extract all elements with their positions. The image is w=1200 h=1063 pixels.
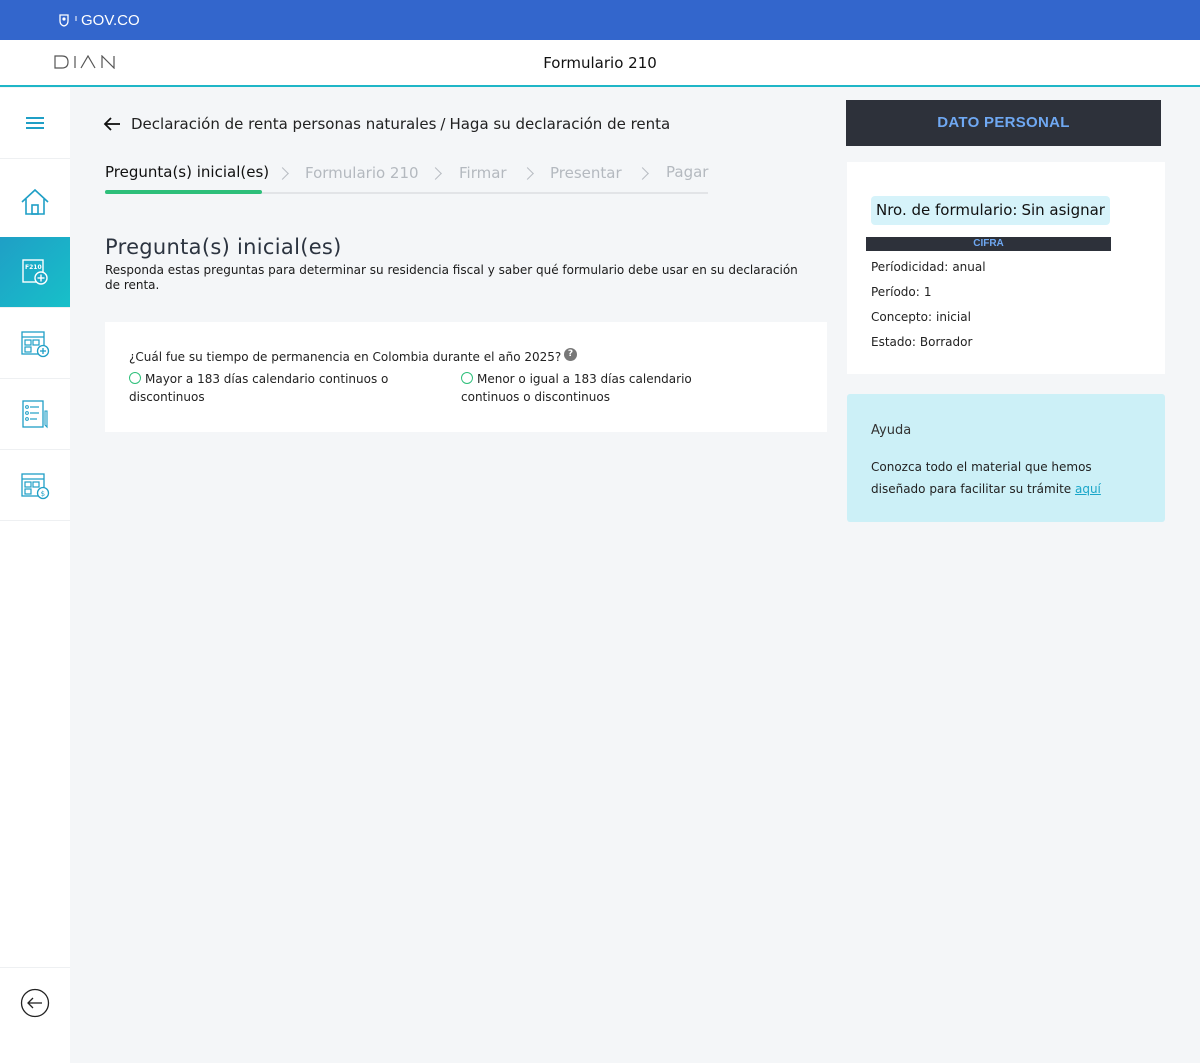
dato-personal-button[interactable]: DATO PERSONAL	[846, 100, 1161, 146]
chevron-right-icon	[636, 167, 649, 180]
help-title: Ayuda	[871, 423, 912, 438]
calendar-payment-icon: $	[21, 473, 50, 500]
step-preguntas-iniciales[interactable]: Pregunta(s) inicial(es)	[105, 163, 269, 181]
form-number-badge: Nro. de formulario: Sin asignar	[871, 196, 1110, 225]
arrow-left-icon	[103, 117, 120, 131]
question-text: ¿Cuál fue su tiempo de permanencia en Co…	[129, 350, 562, 364]
info-row-periodo: Período: 1	[871, 285, 931, 299]
info-value: Borrador	[919, 335, 973, 349]
breadcrumb-parent[interactable]: Declaración de renta personas naturales	[131, 115, 436, 133]
gov-co-logo[interactable]: GOV.CO	[57, 11, 140, 29]
calendar-add-icon	[21, 331, 50, 358]
sidebar-menu-toggle[interactable]	[0, 88, 70, 159]
gov-divider	[75, 16, 77, 21]
step-firmar[interactable]: Firmar	[459, 164, 507, 182]
gov-co-text: GOV.CO	[81, 11, 140, 29]
form-number-label: Nro. de formulario:	[876, 201, 1018, 219]
help-body: Conozca todo el material que hemos diseñ…	[871, 460, 1092, 496]
page-title: Pregunta(s) inicial(es)	[105, 235, 342, 259]
form-info-card: Nro. de formulario: Sin asignar CIFRA Per…	[847, 162, 1165, 374]
sidebar-back-button[interactable]	[0, 967, 70, 1038]
coat-of-arms-icon	[59, 14, 69, 27]
form-210-add-icon: F210	[22, 259, 48, 285]
chevron-right-icon	[429, 167, 442, 180]
radio-button[interactable]	[461, 372, 473, 384]
gov-bar: GOV.CO	[0, 0, 1200, 40]
step-active-indicator	[105, 190, 262, 194]
breadcrumb: Declaración de renta personas naturales …	[103, 113, 670, 135]
info-value: anual	[952, 260, 986, 274]
info-label: Estado:	[871, 335, 916, 349]
info-label: Período:	[871, 285, 920, 299]
sidebar-item-calendar-add[interactable]	[0, 308, 70, 379]
help-card: Ayuda Conozca todo el material que hemos…	[847, 394, 1165, 522]
arrow-left-circle-icon	[20, 988, 50, 1018]
menu-icon	[26, 117, 44, 129]
help-link[interactable]: aquí	[1075, 482, 1101, 496]
info-value: inicial	[936, 310, 971, 324]
info-row-estado: Estado: Borrador	[871, 335, 972, 349]
help-icon[interactable]: ?	[564, 348, 577, 361]
step-pagar[interactable]: Pagar	[666, 163, 708, 181]
header-title: Formulario 210	[543, 54, 657, 72]
svg-text:$: $	[41, 490, 45, 498]
cifra-bar: CIFRA	[866, 237, 1111, 251]
info-label: Períodicidad:	[871, 260, 949, 274]
progress-stepper: Pregunta(s) inicial(es) Formulario 210 F…	[105, 160, 708, 194]
sidebar-item-home[interactable]	[0, 167, 70, 238]
breadcrumb-current: Haga su declaración de renta	[449, 115, 671, 133]
chevron-right-icon	[276, 167, 289, 180]
svg-text:F210: F210	[25, 264, 42, 271]
page-description: Responda estas preguntas para determinar…	[105, 263, 798, 292]
sidebar-item-checklist[interactable]	[0, 379, 70, 450]
info-label: Concepto:	[871, 310, 933, 324]
option-menor-183[interactable]: Menor o igual a 183 días calendario cont…	[461, 370, 751, 406]
step-formulario-210[interactable]: Formulario 210	[305, 164, 419, 182]
step-presentar[interactable]: Presentar	[550, 164, 622, 182]
help-text: Conozca todo el material que hemos diseñ…	[871, 456, 1121, 500]
option-label: Mayor a 183 días calendario continuos o …	[129, 372, 389, 404]
form-number-value: Sin asignar	[1021, 201, 1105, 219]
info-row-periodicidad: Períodicidad: anual	[871, 260, 986, 274]
checklist-icon	[22, 400, 48, 429]
home-icon	[21, 188, 49, 215]
chevron-right-icon	[521, 167, 534, 180]
sidebar-item-calendar-payment[interactable]: $	[0, 450, 70, 521]
info-row-concepto: Concepto: inicial	[871, 310, 971, 324]
breadcrumb-separator: /	[440, 115, 446, 133]
back-button[interactable]	[103, 116, 121, 132]
sidebar: F210 $	[0, 88, 70, 1063]
radio-button[interactable]	[129, 372, 141, 384]
info-value: 1	[923, 285, 932, 299]
option-mayor-183[interactable]: Mayor a 183 días calendario continuos o …	[129, 370, 419, 406]
question-card: ¿Cuál fue su tiempo de permanencia en Co…	[105, 322, 827, 432]
app-header: Formulario 210	[0, 40, 1200, 87]
option-label: Menor o igual a 183 días calendario cont…	[461, 372, 692, 404]
sidebar-item-form-210[interactable]: F210	[0, 237, 70, 308]
